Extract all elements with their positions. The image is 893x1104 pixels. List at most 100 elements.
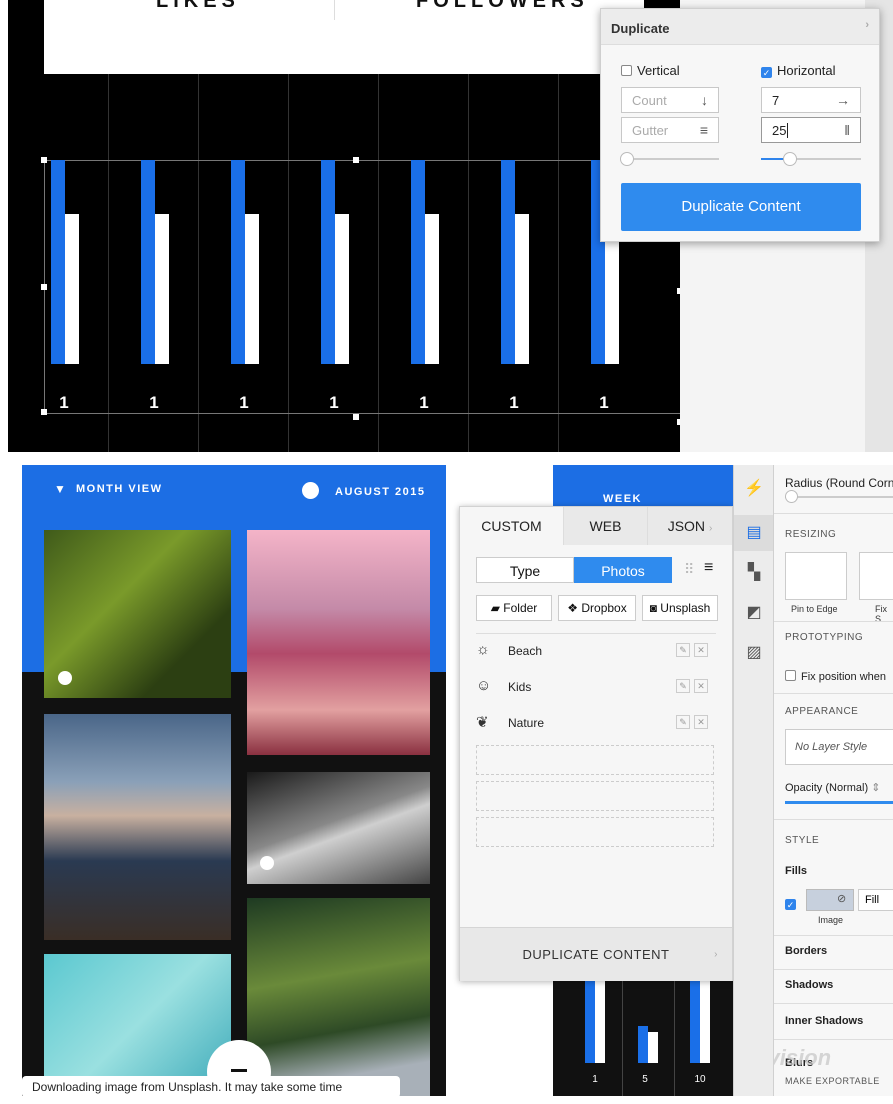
lightning-icon[interactable]: ⚡ xyxy=(734,471,774,507)
bar-label: 1 xyxy=(149,393,159,412)
bar-blue[interactable] xyxy=(231,160,245,364)
week-bar xyxy=(648,1032,658,1063)
horizontal-checkbox[interactable]: ✓ xyxy=(761,67,772,78)
bar-white[interactable] xyxy=(245,214,259,364)
layer-style-select[interactable]: No Layer Style xyxy=(785,729,893,765)
chevron-right-icon[interactable]: › xyxy=(865,19,869,31)
radius-slider-knob[interactable] xyxy=(785,490,798,503)
empty-slot[interactable] xyxy=(476,781,714,811)
plugin-rail: ⚡ ▤ ▚ ◩ ▨ xyxy=(733,465,774,1096)
resize-handle[interactable] xyxy=(41,284,47,290)
week-label: WEEK xyxy=(603,493,642,505)
radius-slider[interactable] xyxy=(785,496,893,498)
horizontal-gutter-field[interactable]: 25 ‖ xyxy=(761,117,861,143)
invision-watermark: invision xyxy=(774,1045,832,1070)
header-divider xyxy=(334,0,335,20)
pin-to-edge-control[interactable] xyxy=(785,552,847,600)
bar-white[interactable] xyxy=(515,214,529,364)
triangle-down-icon[interactable]: ▼ xyxy=(54,482,66,496)
duplicate-panel-header: Duplicate › xyxy=(601,9,879,45)
selection-box[interactable] xyxy=(44,160,681,414)
photo-beach xyxy=(247,530,430,755)
add-image-icon[interactable]: ▨ xyxy=(734,635,774,671)
list-item[interactable]: ❦ Nature ✎ ✕ xyxy=(476,711,716,735)
edit-icon[interactable]: ✎ xyxy=(676,679,690,693)
month-view-label: MONTH VIEW xyxy=(76,483,163,495)
vertical-count-field[interactable]: Count ↓ xyxy=(621,87,719,113)
month-view-artboard: ▼ MONTH VIEW AUGUST 2015 xyxy=(22,465,446,1096)
empty-slot[interactable] xyxy=(476,745,714,775)
horizontal-slider-knob[interactable] xyxy=(783,152,797,166)
bar-white[interactable] xyxy=(425,214,439,364)
horizontal-slider[interactable] xyxy=(761,158,861,160)
tab-json[interactable]: JSON › xyxy=(648,507,732,545)
close-icon[interactable]: ✕ xyxy=(694,643,708,657)
photos-segment[interactable]: Photos xyxy=(574,557,672,583)
resize-handle[interactable] xyxy=(41,157,47,163)
inner-shadows-header[interactable]: Inner Shadows xyxy=(785,1015,863,1027)
make-exportable-header[interactable]: MAKE EXPORTABLE xyxy=(785,1076,880,1086)
close-icon[interactable]: ✕ xyxy=(694,715,708,729)
link-icon: ⊘ xyxy=(837,893,847,905)
folder-button[interactable]: ▰ Folder xyxy=(476,595,552,621)
bar-blue[interactable] xyxy=(501,160,515,364)
duplicate-content-button[interactable]: Duplicate Content xyxy=(621,183,861,231)
week-bar xyxy=(690,975,700,1063)
bar-blue[interactable] xyxy=(141,160,155,364)
week-bar xyxy=(585,975,595,1063)
edit-icon[interactable]: ✎ xyxy=(676,715,690,729)
bar-blue[interactable] xyxy=(51,160,65,364)
components-icon[interactable]: ▚ xyxy=(734,555,774,591)
opacity-slider[interactable] xyxy=(785,801,893,804)
week-value: 1 xyxy=(592,1074,598,1085)
resize-handle[interactable] xyxy=(353,157,359,163)
week-bar xyxy=(595,975,605,1063)
bar-blue[interactable] xyxy=(321,160,335,364)
horizontal-option[interactable]: ✓ Horizontal xyxy=(761,63,836,78)
duplicate-content-footer-button[interactable]: DUPLICATE CONTENT › xyxy=(460,927,732,981)
empty-slot[interactable] xyxy=(476,817,714,847)
close-icon[interactable]: ✕ xyxy=(694,679,708,693)
bar-white[interactable] xyxy=(335,214,349,364)
fill-checkbox[interactable]: ✓ xyxy=(785,894,801,912)
fix-position-option[interactable]: Fix position when xyxy=(785,670,886,683)
vertical-gutter-field[interactable]: Gutter ≡ xyxy=(621,117,719,143)
fill-swatch[interactable] xyxy=(806,889,854,911)
bar-white[interactable] xyxy=(155,214,169,364)
fill-type-select[interactable]: Fill xyxy=(858,889,893,911)
fix-size-control[interactable] xyxy=(859,552,893,600)
list-item[interactable]: ☼ Beach ✎ ✕ xyxy=(476,639,716,663)
bar-label: 1 xyxy=(329,393,339,412)
camera-icon: ◙ xyxy=(649,601,657,615)
bar-label: 1 xyxy=(239,393,249,412)
vertical-slider[interactable] xyxy=(621,158,719,160)
type-segment[interactable]: Type xyxy=(476,557,574,583)
grid-view-icon[interactable]: ⠿ xyxy=(684,561,694,578)
tab-web[interactable]: WEB xyxy=(564,507,648,545)
shadows-header[interactable]: Shadows xyxy=(785,979,833,991)
list-item[interactable]: ☺ Kids ✎ ✕ xyxy=(476,675,716,699)
bar-white[interactable] xyxy=(65,214,79,364)
top-canvas: LIKES FOLLOWERS 1 1 1 1 1 1 1 Duplicate › Vert… xyxy=(0,0,893,452)
vertical-option[interactable]: Vertical xyxy=(621,63,680,78)
list-view-icon[interactable]: ≡ xyxy=(704,559,713,577)
dropbox-button[interactable]: ❖ Dropbox xyxy=(558,595,636,621)
inspector-panel: Radius (Round Corne RESIZING Pin to Edge… xyxy=(773,465,893,1096)
horizontal-count-field[interactable]: 7 → xyxy=(761,87,861,113)
resize-handle[interactable] xyxy=(353,414,359,420)
dropbox-icon: ❖ xyxy=(567,601,579,615)
edit-icon[interactable]: ✎ xyxy=(676,643,690,657)
bar-blue[interactable] xyxy=(411,160,425,364)
vertical-slider-knob[interactable] xyxy=(620,152,634,166)
fix-position-checkbox[interactable] xyxy=(785,670,796,681)
tab-custom[interactable]: CUSTOM xyxy=(460,507,564,545)
ruler-icon[interactable]: ◩ xyxy=(734,595,774,631)
unsplash-button[interactable]: ◙ Unsplash xyxy=(642,595,718,621)
layout-icon[interactable]: ▤ xyxy=(734,515,774,551)
vertical-checkbox[interactable] xyxy=(621,65,632,76)
fills-header: Fills xyxy=(785,865,808,877)
photo-mountains xyxy=(44,714,231,940)
resize-handle[interactable] xyxy=(41,409,47,415)
opacity-select[interactable]: Opacity (Normal) ⇕ xyxy=(785,781,880,794)
borders-header[interactable]: Borders xyxy=(785,945,827,957)
